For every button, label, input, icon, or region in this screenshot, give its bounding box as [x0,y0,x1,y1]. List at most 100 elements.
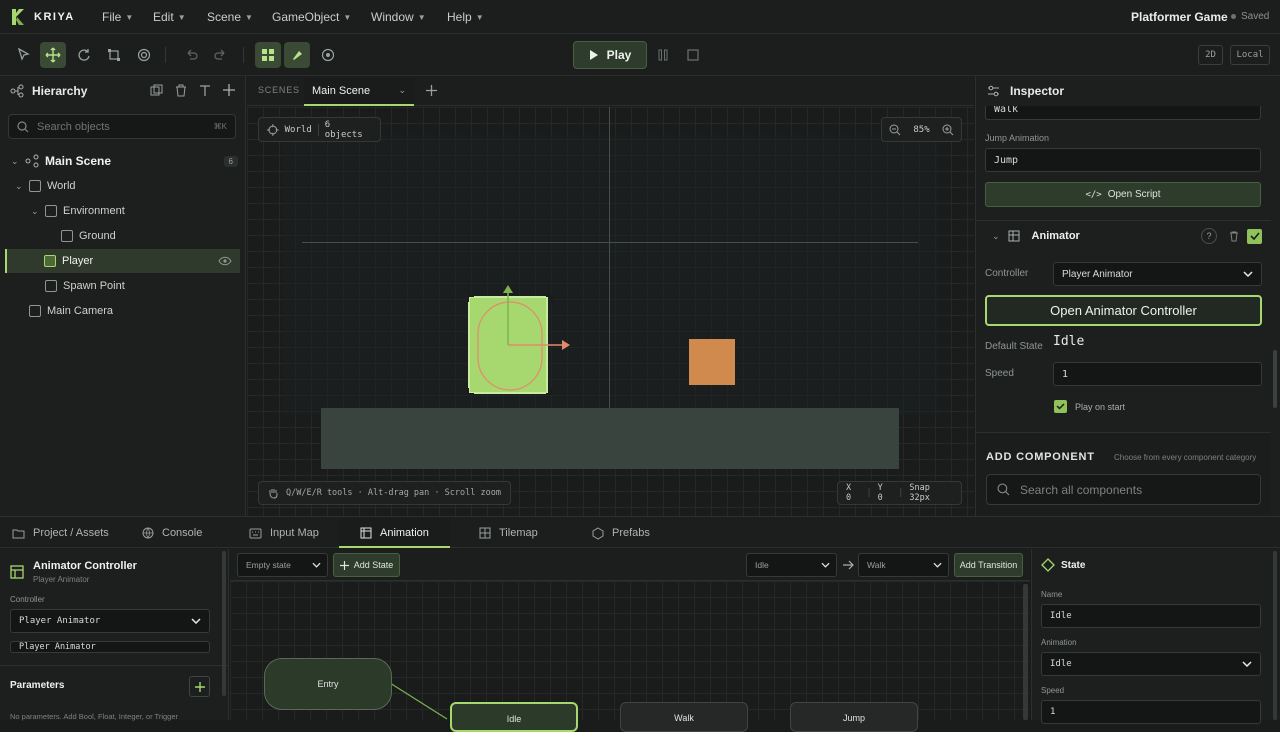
state-name-field[interactable]: Idle [1041,604,1261,628]
space-toggle-button[interactable]: Local [1230,45,1270,65]
menu-window[interactable]: Window ▼ [371,0,426,34]
state-panel-scrollbar[interactable] [1273,551,1277,720]
to-state-select[interactable]: Walk [858,553,949,577]
tab-project-assets[interactable]: Project / Assets [12,518,109,548]
divider [0,665,229,666]
component-search-input[interactable]: Search all components [986,474,1261,505]
inspector-scrollbar[interactable] [1273,350,1277,408]
tree-item-main-scene[interactable]: ⌄ Main Scene 6 [5,149,240,173]
tab-label: Console [162,527,203,539]
tab-label: Main Scene [312,84,371,97]
graph-scrollbar[interactable] [1023,584,1028,720]
state-node-jump[interactable]: Jump [790,702,918,732]
menu-scene[interactable]: Scene ▼ [207,0,253,34]
controller-value: Player Animator [19,616,101,626]
state-panel [1031,549,1280,720]
duplicate-icon[interactable] [150,84,163,97]
menu-file[interactable]: File ▼ [102,0,133,34]
spawn-point-object[interactable] [689,339,735,385]
redo-button[interactable] [208,42,234,68]
zoom-out-icon[interactable] [889,124,901,136]
hierarchy-search-input[interactable]: Search objects ⌘K [8,114,236,139]
undo-button[interactable] [178,42,204,68]
state-speed-field[interactable]: 1 [1041,700,1261,724]
state-node-entry[interactable]: Entry [264,658,392,710]
speed-field[interactable]: 1 [1053,362,1262,386]
player-gizmo[interactable] [466,280,576,400]
play-on-start-toggle[interactable]: Play on start [1054,400,1125,413]
menu-gameobject[interactable]: GameObject ▼ [272,0,351,34]
kriya-logo-icon [12,9,24,25]
animator-component-header[interactable]: ⌄ Animator ? [992,226,1262,246]
eye-icon[interactable] [218,256,232,266]
add-object-icon[interactable] [222,83,236,97]
walk-animation-field[interactable]: Walk [985,106,1261,120]
controller-name-field[interactable]: Player Animator [10,641,210,653]
tab-tilemap[interactable]: Tilemap [479,518,538,548]
tab-input-map[interactable]: Input Map [249,518,319,548]
ground-object[interactable] [321,408,899,469]
add-scene-icon[interactable] [425,84,438,97]
cube-icon [45,280,57,292]
tab-animation[interactable]: Animation [360,518,429,548]
object-count-badge: 6 [223,155,238,167]
from-state-select[interactable]: Idle [746,553,837,577]
pause-button[interactable] [650,42,676,68]
snap-toggle-button[interactable] [284,42,310,68]
tab-main-scene[interactable]: Main Scene ⌄ [304,77,414,106]
move-tool-button[interactable] [40,42,66,68]
tree-item-environment[interactable]: ⌄ Environment [5,199,240,223]
controller-select[interactable]: Player Animator [1053,262,1262,286]
state-node-walk[interactable]: Walk [620,702,748,732]
console-icon [142,527,154,539]
menu-help[interactable]: Help ▼ [447,0,484,34]
zoom-control: 85% [881,117,962,142]
gizmo-toggle-button[interactable] [315,42,341,68]
chevron-down-icon [933,562,942,568]
zoom-in-icon[interactable] [942,124,954,136]
state-node-idle[interactable]: Idle [450,702,578,732]
tree-item-label: Main Scene [45,154,112,168]
menu-edit[interactable]: Edit ▼ [153,0,186,34]
state-panel-title: State [1061,560,1086,571]
panel-scrollbar[interactable] [222,551,226,696]
stop-button[interactable] [680,42,706,68]
divider [317,123,319,136]
rotate-tool-button[interactable] [71,42,97,68]
move-icon [45,47,61,63]
tree-item-ground[interactable]: Ground [5,224,240,248]
component-enabled-checkbox[interactable] [1247,228,1262,244]
add-state-button[interactable]: Add State [333,553,400,577]
2d-mode-button[interactable]: 2D [1198,45,1223,65]
tree-item-main-camera[interactable]: Main Camera [5,299,240,323]
animation-controller-select[interactable]: Player Animator [10,609,210,633]
text-icon[interactable] [199,84,211,96]
help-icon[interactable]: ? [1201,228,1217,244]
state-animation-select[interactable]: Idle [1041,652,1261,676]
open-script-button[interactable]: </> Open Script [985,182,1261,207]
scale-tool-button[interactable] [101,42,127,68]
play-button[interactable]: Play [573,41,647,69]
tree-item-spawn-point[interactable]: Spawn Point [5,274,240,298]
select-tool-button[interactable] [11,42,37,68]
component-search-placeholder: Search all components [1020,482,1143,497]
search-icon [997,483,1010,496]
tab-console[interactable]: Console [142,518,202,548]
pause-icon [658,49,668,61]
tree-item-world[interactable]: ⌄ World [5,174,240,198]
tree-item-player[interactable]: Player [5,249,240,273]
scene-icon [25,154,39,168]
open-animator-controller-button[interactable]: Open Animator Controller [985,295,1262,326]
target-tool-button[interactable] [131,42,157,68]
add-parameter-button[interactable] [189,676,210,697]
inspector-title: Inspector [1010,84,1065,98]
trash-icon[interactable] [175,84,187,97]
world-indicator[interactable]: World 6 objects [258,117,381,142]
trash-icon[interactable] [1229,231,1239,242]
grid-toggle-button[interactable] [255,42,281,68]
jump-animation-field[interactable]: Jump [985,148,1261,172]
save-status-label: Saved [1241,11,1270,22]
tab-prefabs[interactable]: Prefabs [592,518,650,548]
add-transition-button[interactable]: Add Transition [954,553,1023,577]
state-select[interactable]: Empty state [237,553,328,577]
